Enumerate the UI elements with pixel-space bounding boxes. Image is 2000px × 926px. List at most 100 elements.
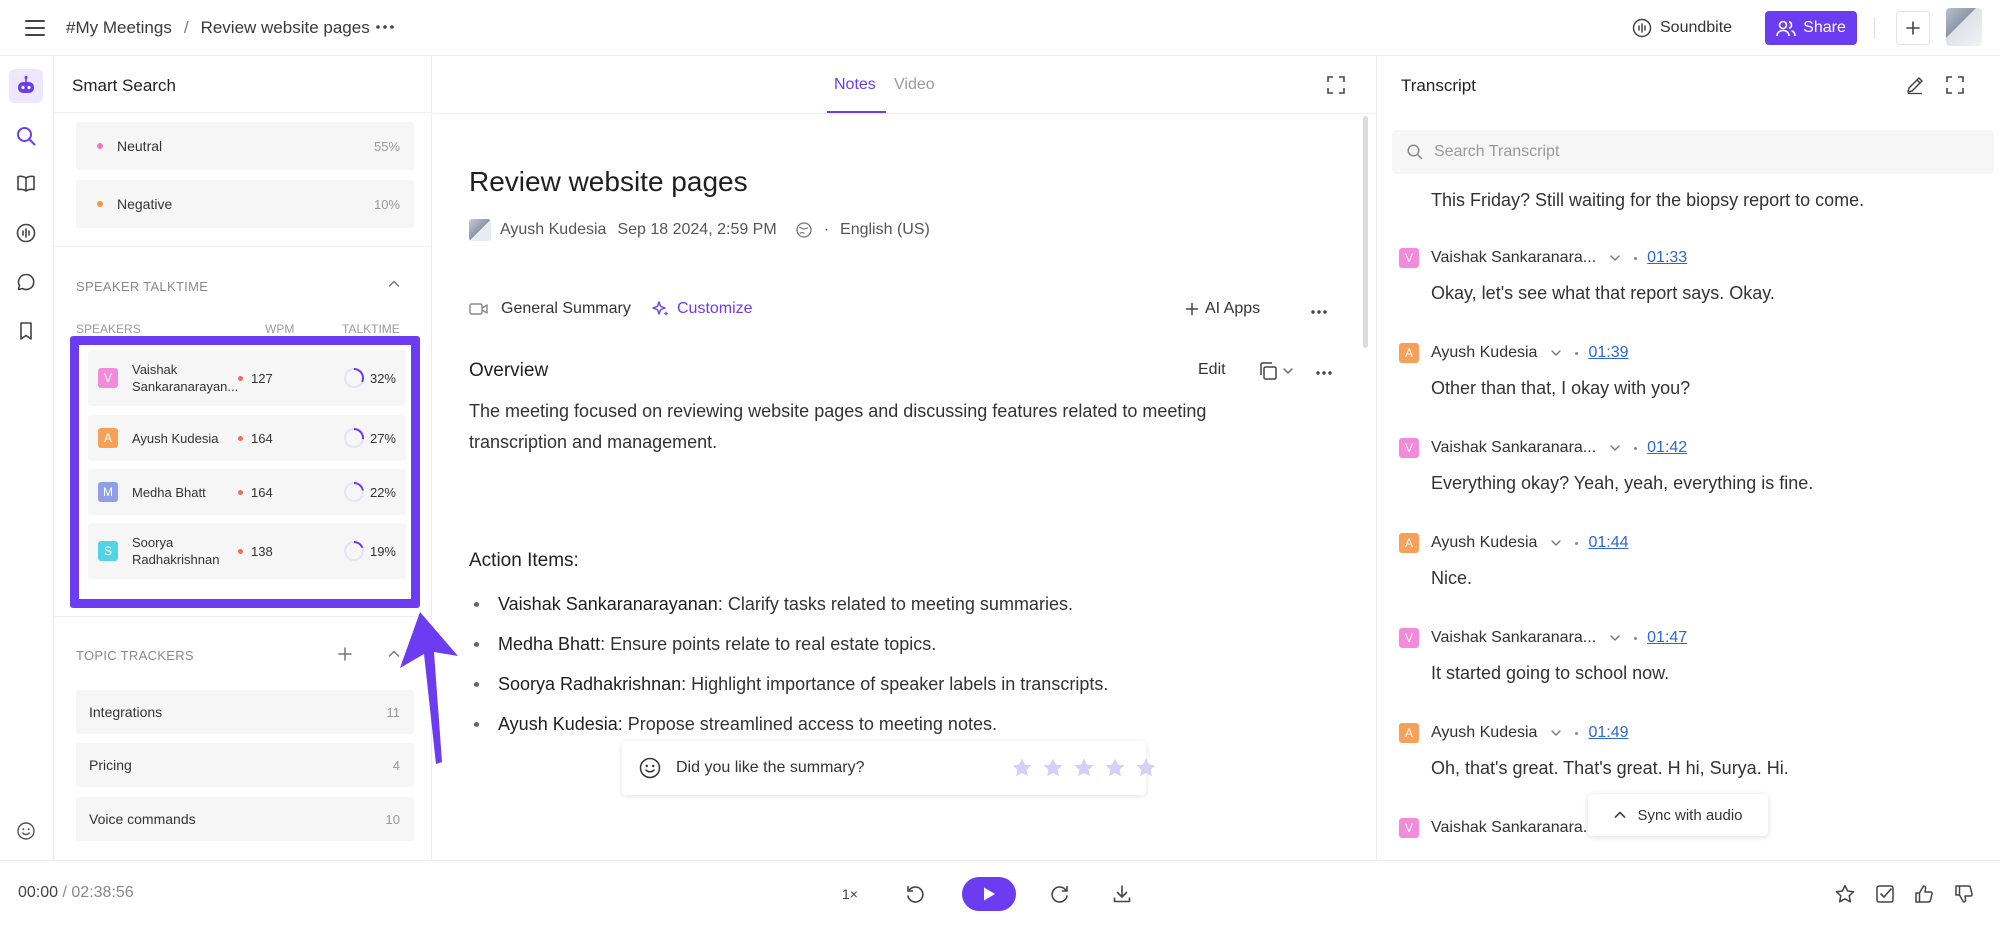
- breadcrumb-root[interactable]: #My Meetings: [66, 18, 172, 38]
- smiley-icon[interactable]: [12, 817, 40, 845]
- chat-icon[interactable]: [12, 268, 40, 296]
- download-icon[interactable]: [1110, 882, 1134, 906]
- topic-row[interactable]: Integrations 11: [76, 690, 414, 734]
- timestamp-link[interactable]: 01:33: [1647, 249, 1687, 267]
- share-button[interactable]: Share: [1765, 11, 1857, 45]
- timestamp-link[interactable]: 01:47: [1647, 629, 1687, 647]
- bullet-dot: [1634, 446, 1638, 450]
- soundwave-icon[interactable]: [12, 219, 40, 247]
- action-text: : Ensure points relate to real estate to…: [600, 634, 937, 654]
- more-options-icon[interactable]: [1314, 363, 1334, 383]
- summary-type-selector[interactable]: General Summary: [469, 300, 631, 318]
- tab-notes[interactable]: Notes: [834, 76, 876, 94]
- star-rating: [1010, 756, 1158, 780]
- transcript-speaker-header: V Vaishak Sankaranara... 01:42: [1399, 438, 1687, 458]
- sync-with-audio-button[interactable]: Sync with audio: [1588, 794, 1768, 836]
- wpm-dot: [238, 375, 243, 381]
- topic-row[interactable]: Voice commands 10: [76, 797, 414, 841]
- speaker-name[interactable]: Vaishak Sankaranara...: [1431, 819, 1596, 837]
- wpm-value: 164: [251, 430, 273, 446]
- copy-button[interactable]: [1257, 360, 1295, 382]
- speaker-name[interactable]: Ayush Kudesia: [1431, 534, 1537, 552]
- chevron-up-icon[interactable]: [386, 276, 402, 292]
- add-topic-icon[interactable]: [336, 645, 354, 663]
- pencil-icon[interactable]: [1905, 75, 1925, 95]
- sentiment-row-neutral[interactable]: Neutral 55%: [76, 122, 414, 170]
- ai-apps-button[interactable]: AI Apps: [1185, 300, 1260, 318]
- soundbite-button[interactable]: Soundbite: [1632, 14, 1732, 42]
- thumbs-up-icon[interactable]: [1912, 882, 1936, 906]
- rating-star-icon[interactable]: [1072, 756, 1096, 780]
- meta-bullet: ·: [823, 221, 830, 238]
- speaker-name[interactable]: Vaishak Sankaranara...: [1431, 249, 1596, 267]
- assignee-name: Medha Bhatt: [498, 634, 601, 654]
- customize-button[interactable]: Customize: [652, 300, 753, 318]
- left-rail: [0, 56, 54, 860]
- edit-button[interactable]: Edit: [1198, 361, 1226, 379]
- more-options-icon[interactable]: [1309, 302, 1329, 322]
- forward-icon[interactable]: [1048, 882, 1072, 906]
- speaker-name[interactable]: Ayush Kudesia: [1431, 724, 1537, 742]
- fullscreen-icon[interactable]: [1326, 75, 1346, 95]
- speaker-name[interactable]: Ayush Kudesia: [1431, 344, 1537, 362]
- topic-row[interactable]: Pricing 4: [76, 743, 414, 787]
- search-field[interactable]: [1392, 130, 1994, 174]
- more-options-icon[interactable]: [374, 16, 396, 38]
- sentiment-row-negative[interactable]: Negative 10%: [76, 180, 414, 228]
- play-button[interactable]: [962, 877, 1016, 911]
- smiley-icon: [639, 757, 661, 779]
- plus-icon: [1906, 21, 1920, 35]
- thumbs-down-icon[interactable]: [1952, 882, 1976, 906]
- speaker-name[interactable]: Vaishak Sankaranara...: [1431, 439, 1596, 457]
- transcript-speaker-header: V Vaishak Sankaranara... 01:47: [1399, 628, 1687, 648]
- book-icon[interactable]: [12, 170, 40, 198]
- scrollbar[interactable]: [1363, 116, 1368, 348]
- speaker-name: Medha Bhatt: [132, 484, 206, 500]
- rating-star-icon[interactable]: [1134, 756, 1158, 780]
- chevron-down-icon[interactable]: [1608, 251, 1622, 265]
- search-icon[interactable]: [12, 122, 40, 150]
- task-check-icon[interactable]: [1873, 882, 1897, 906]
- sentiment-label: Neutral: [117, 138, 163, 154]
- chevron-down-icon[interactable]: [1549, 726, 1563, 740]
- summary-type-label: General Summary: [501, 300, 631, 317]
- bookmark-icon[interactable]: [12, 317, 40, 345]
- topic-count: 10: [385, 811, 400, 827]
- speaker-row[interactable]: A Ayush Kudesia 164 27%: [88, 415, 406, 461]
- speaker-row[interactable]: V Vaishak Sankaranarayan... 127 32%: [88, 350, 406, 406]
- talktime-ring-icon: [343, 540, 365, 562]
- chevron-down-icon[interactable]: [1608, 441, 1622, 455]
- chevron-down-icon[interactable]: [1608, 631, 1622, 645]
- speaker-row[interactable]: S Soorya Radhakrishnan 138 19%: [88, 523, 406, 579]
- tab-bar: Notes Video: [433, 56, 1375, 114]
- timestamp-link[interactable]: 01:44: [1588, 534, 1628, 552]
- tab-video[interactable]: Video: [894, 76, 935, 94]
- user-avatar[interactable]: [1946, 8, 1982, 46]
- add-button[interactable]: [1896, 11, 1930, 45]
- timestamp-link[interactable]: 01:39: [1588, 344, 1628, 362]
- menu-icon[interactable]: [24, 18, 46, 38]
- section-title-topics: TOPIC TRACKERS: [76, 648, 194, 663]
- rewind-icon[interactable]: [903, 882, 927, 906]
- timestamp-link[interactable]: 01:42: [1647, 439, 1687, 457]
- speaker-row[interactable]: M Medha Bhatt 164 22%: [88, 469, 406, 515]
- timestamp-link[interactable]: 01:49: [1588, 724, 1628, 742]
- transcript-text: Oh, that's great. That's great. H hi, Su…: [1431, 758, 1789, 778]
- rating-star-icon[interactable]: [1103, 756, 1127, 780]
- chevron-down-icon[interactable]: [1549, 536, 1563, 550]
- chevron-down-icon[interactable]: [1549, 346, 1563, 360]
- speaker-badge: V: [1399, 248, 1419, 268]
- rating-star-icon[interactable]: [1041, 756, 1065, 780]
- bullet-dot: [1575, 731, 1579, 735]
- speaker-name[interactable]: Vaishak Sankaranara...: [1431, 629, 1596, 647]
- meeting-date: Sep 18 2024, 2:59 PM: [617, 221, 777, 238]
- wpm-value: 127: [251, 370, 273, 386]
- rating-star-icon[interactable]: [1010, 756, 1034, 780]
- star-icon[interactable]: [1833, 882, 1857, 906]
- fullscreen-icon[interactable]: [1945, 75, 1965, 95]
- assignee-name: Vaishak Sankaranarayanan: [498, 594, 718, 614]
- search-input[interactable]: [1434, 143, 1954, 161]
- summary-feedback-card: Did you like the summary?: [622, 741, 1156, 795]
- bot-icon[interactable]: [9, 69, 43, 103]
- playback-speed-button[interactable]: 1×: [838, 882, 862, 906]
